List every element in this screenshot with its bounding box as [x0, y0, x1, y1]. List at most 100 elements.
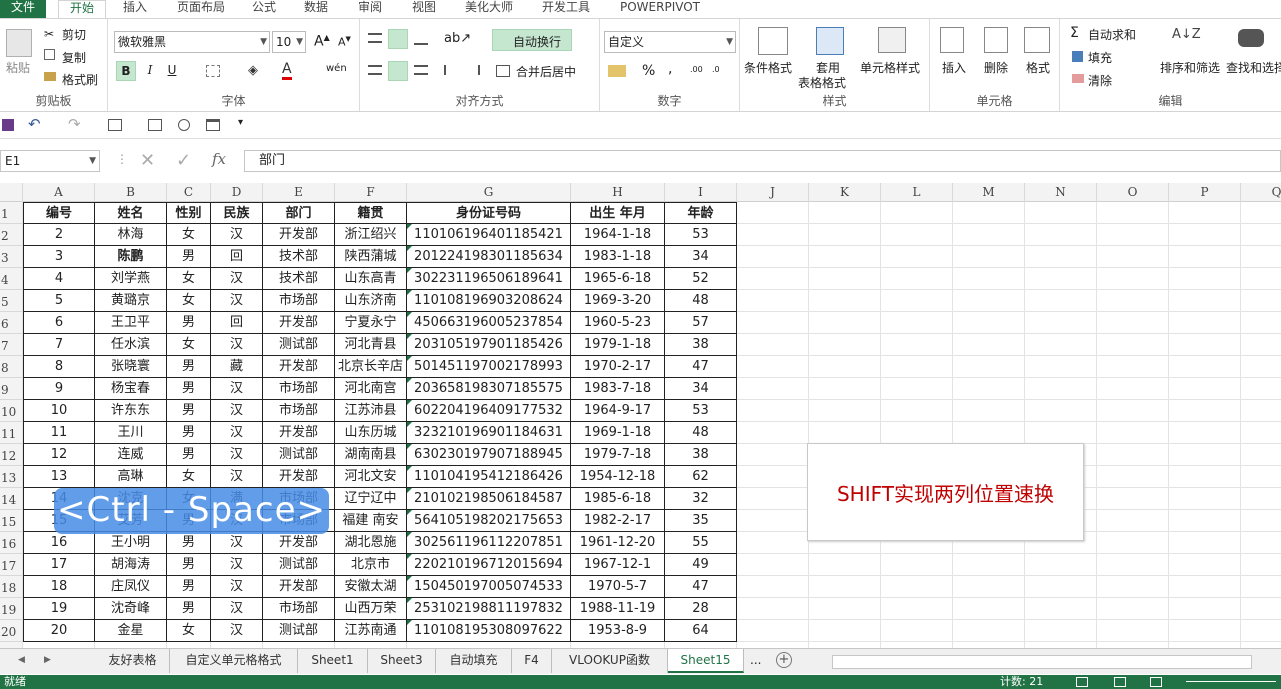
table-cell[interactable]: 女 [167, 224, 211, 246]
table-cell[interactable]: 女 [167, 620, 211, 642]
table-cell[interactable]: 江苏沛县 [335, 400, 407, 422]
text-box[interactable]: SHIFT实现两列位置速换 [807, 443, 1084, 541]
print-preview-icon[interactable] [178, 119, 190, 131]
table-cell[interactable]: 450663196005237854 [407, 312, 571, 334]
table-header-cell[interactable]: 民族 [211, 202, 263, 224]
table-cell[interactable]: 男 [167, 444, 211, 466]
font-size-combo[interactable]: 10 ▼ [272, 31, 306, 53]
table-cell[interactable]: 1970-2-17 [571, 356, 665, 378]
table-cell[interactable]: 汉 [211, 268, 263, 290]
table-cell[interactable]: 564105198202175653 [407, 510, 571, 532]
cancel-icon[interactable]: ✕ [140, 150, 155, 171]
table-cell[interactable]: 汉 [211, 466, 263, 488]
table-cell[interactable]: 庄凤仪 [95, 576, 167, 598]
table-cell[interactable]: 男 [167, 400, 211, 422]
table-cell[interactable]: 河北文安 [335, 466, 407, 488]
scroll-left-icon[interactable]: ◀ [18, 655, 25, 665]
row-header[interactable]: 9 [0, 378, 23, 400]
column-header[interactable]: F [335, 183, 407, 202]
table-cell[interactable]: 男 [167, 378, 211, 400]
table-cell[interactable]: 6 [23, 312, 95, 334]
table-cell[interactable]: 王川 [95, 422, 167, 444]
redo-icon[interactable]: ↷ [68, 115, 81, 133]
table-cell[interactable]: 男 [167, 576, 211, 598]
table-cell[interactable]: 55 [665, 532, 737, 554]
table-cell[interactable]: 7 [23, 334, 95, 356]
row-header[interactable]: 16 [0, 532, 23, 554]
page-break-view-icon[interactable] [1150, 677, 1162, 687]
table-cell[interactable]: 陈鹏 [95, 246, 167, 268]
table-cell[interactable]: 开发部 [263, 312, 335, 334]
customize-qat-icon[interactable]: ▾ [238, 117, 243, 128]
table-cell[interactable]: 1965-6-18 [571, 268, 665, 290]
row-header[interactable]: 5 [0, 290, 23, 312]
table-header-cell[interactable]: 性别 [167, 202, 211, 224]
row-header[interactable]: 15 [0, 510, 23, 532]
table-cell[interactable]: 1969-1-18 [571, 422, 665, 444]
table-cell[interactable]: 47 [665, 576, 737, 598]
table-cell[interactable]: 宁夏永宁 [335, 312, 407, 334]
table-header-cell[interactable]: 姓名 [95, 202, 167, 224]
table-cell[interactable]: 汉 [211, 422, 263, 444]
table-cell[interactable]: 女 [167, 268, 211, 290]
decrease-indent-icon[interactable] [444, 65, 458, 75]
align-middle-icon[interactable] [388, 29, 408, 49]
table-cell[interactable]: 34 [665, 246, 737, 268]
align-left-icon[interactable] [368, 65, 382, 75]
table-cell[interactable]: 1954-12-18 [571, 466, 665, 488]
table-cell[interactable]: 34 [665, 378, 737, 400]
table-cell[interactable]: 开发部 [263, 576, 335, 598]
orientation-icon[interactable]: ab↗ [444, 31, 471, 46]
table-cell[interactable]: 连威 [95, 444, 167, 466]
table-cell[interactable]: 测试部 [263, 444, 335, 466]
horizontal-scrollbar[interactable] [832, 655, 1252, 669]
table-cell[interactable]: 湖南南县 [335, 444, 407, 466]
column-header[interactable]: L [881, 183, 953, 202]
border-icon[interactable] [206, 65, 220, 77]
underline-button[interactable]: U [162, 61, 182, 81]
tab-home[interactable]: 开始 [58, 0, 106, 18]
tab-insert[interactable]: 插入 [112, 0, 158, 18]
row-header[interactable]: 6 [0, 312, 23, 334]
table-cell[interactable]: 203658198307185575 [407, 378, 571, 400]
table-cell[interactable]: 1964-1-18 [571, 224, 665, 246]
table-cell[interactable]: 张晓寰 [95, 356, 167, 378]
table-cell[interactable]: 13 [23, 466, 95, 488]
autosum-button[interactable]: 自动求和 [1088, 26, 1136, 43]
table-cell[interactable]: 35 [665, 510, 737, 532]
table-cell[interactable]: 河北青县 [335, 334, 407, 356]
more-sheets-button[interactable]: ... [750, 653, 761, 667]
table-cell[interactable]: 1988-11-19 [571, 598, 665, 620]
table-cell[interactable]: 北京长辛店 [335, 356, 407, 378]
table-cell[interactable]: 技术部 [263, 268, 335, 290]
sheet-tab[interactable]: Sheet1 [298, 649, 368, 673]
sheet-tab[interactable]: 自定义单元格格式 [170, 649, 298, 673]
row-header[interactable]: 17 [0, 554, 23, 576]
table-cell[interactable]: 男 [167, 532, 211, 554]
table-cell[interactable]: 1979-7-18 [571, 444, 665, 466]
table-cell[interactable]: 18 [23, 576, 95, 598]
table-cell[interactable]: 任水滨 [95, 334, 167, 356]
table-cell[interactable]: 3 [23, 246, 95, 268]
conditional-format-button[interactable]: 条件格式 [744, 59, 792, 76]
table-cell[interactable]: 47 [665, 356, 737, 378]
table-cell[interactable]: 开发部 [263, 532, 335, 554]
table-cell[interactable]: 男 [167, 554, 211, 576]
table-header-cell[interactable]: 部门 [263, 202, 335, 224]
table-header-cell[interactable]: 籍贯 [335, 202, 407, 224]
row-header[interactable]: 10 [0, 400, 23, 422]
table-cell[interactable]: 沈奇峰 [95, 598, 167, 620]
table-cell[interactable]: 汉 [211, 290, 263, 312]
page-layout-view-icon[interactable] [1114, 677, 1126, 687]
table-cell[interactable]: 林海 [95, 224, 167, 246]
column-header[interactable]: D [211, 183, 263, 202]
column-header[interactable]: J [737, 183, 809, 202]
qat-form-icon[interactable] [108, 119, 122, 131]
shrink-font-icon[interactable]: A▼ [338, 35, 351, 49]
column-header[interactable]: O [1097, 183, 1169, 202]
formula-input[interactable]: 部门 [244, 150, 1281, 172]
tab-formulas[interactable]: 公式 [244, 0, 284, 18]
tab-view[interactable]: 视图 [404, 0, 444, 18]
table-cell[interactable]: 302561196112207851 [407, 532, 571, 554]
table-cell[interactable]: 湖北恩施 [335, 532, 407, 554]
